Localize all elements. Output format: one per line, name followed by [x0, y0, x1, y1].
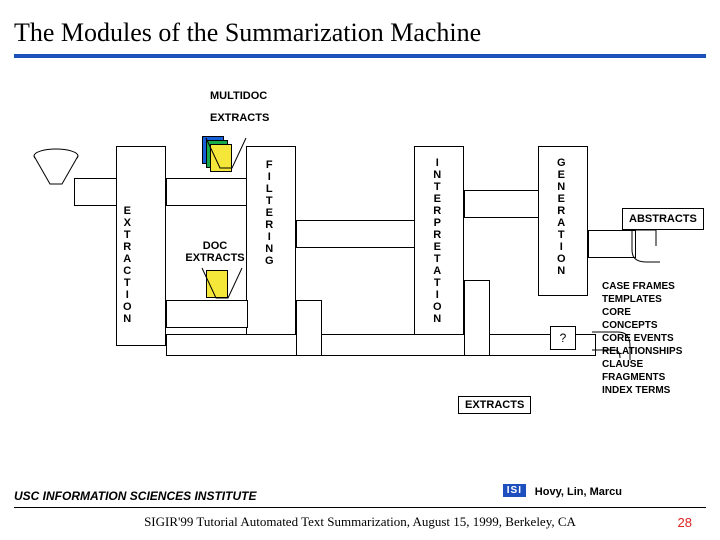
input-pipe: [74, 178, 118, 206]
module-interpretation: INTERPRETATION: [414, 146, 464, 346]
pipe: [296, 220, 416, 248]
vert-pipe: [464, 280, 490, 356]
bottom-pipe: [166, 334, 596, 356]
input-hopper-icon: [32, 148, 80, 188]
footer-line: ISI Hovy, Lin, Marcu SIGIR'99 Tutorial A…: [14, 507, 706, 540]
slide-footer: USC INFORMATION SCIENCES INSTITUTE ISI H…: [0, 489, 720, 540]
diagram-stage: MULTIDOC EXTRACTS EXTRACTION FILTERING D…: [60, 90, 660, 420]
vert-pipe: [296, 300, 322, 356]
extracts-top-label: EXTRACTS: [210, 112, 269, 124]
module-filtering-label: FILTERING: [265, 159, 274, 267]
output-item: RELATIONSHIPS: [602, 345, 682, 358]
module-filtering: FILTERING: [246, 146, 296, 346]
hopper-icon: [200, 134, 248, 174]
output-item: CASE FRAMES: [602, 280, 682, 293]
module-generation-label: GENERATION: [557, 157, 566, 277]
abstracts-label: ABSTRACTS: [622, 208, 704, 230]
pipe: [166, 300, 248, 328]
title-rule: [14, 54, 706, 58]
module-interpretation-label: INTERPRETATION: [433, 157, 442, 325]
output-spout-icon: [630, 228, 666, 268]
page-number: 28: [678, 515, 692, 530]
pipe: [166, 178, 248, 206]
slide-title: The Modules of the Summarization Machine: [0, 0, 720, 54]
output-pipe: [588, 230, 636, 258]
authors-label: Hovy, Lin, Marcu: [535, 486, 622, 498]
doc-extracts-label: DOC EXTRACTS: [180, 240, 250, 264]
output-item: CORE EVENTS: [602, 332, 682, 345]
hopper-icon: [196, 264, 244, 304]
module-generation: GENERATION: [538, 146, 588, 296]
module-extraction-label: EXTRACTION: [123, 205, 132, 325]
doc-extracts-l2: EXTRACTS: [185, 252, 244, 264]
outputs-list: CASE FRAMESTEMPLATESCORE CONCEPTSCORE EV…: [602, 280, 682, 397]
multidoc-label: MULTIDOC: [210, 90, 267, 102]
output-item: CORE CONCEPTS: [602, 306, 682, 332]
extracts-bottom-label: EXTRACTS: [458, 396, 531, 414]
doc-extracts-l1: DOC: [203, 240, 227, 252]
conference-label: SIGIR'99 Tutorial Automated Text Summari…: [144, 514, 576, 530]
question-box: ?: [550, 326, 576, 350]
output-item: INDEX TERMS: [602, 384, 682, 397]
module-extraction: EXTRACTION: [116, 146, 166, 346]
output-item: CLAUSE FRAGMENTS: [602, 358, 682, 384]
isi-badge: ISI: [503, 484, 526, 497]
output-item: TEMPLATES: [602, 293, 682, 306]
pipe: [464, 190, 540, 218]
